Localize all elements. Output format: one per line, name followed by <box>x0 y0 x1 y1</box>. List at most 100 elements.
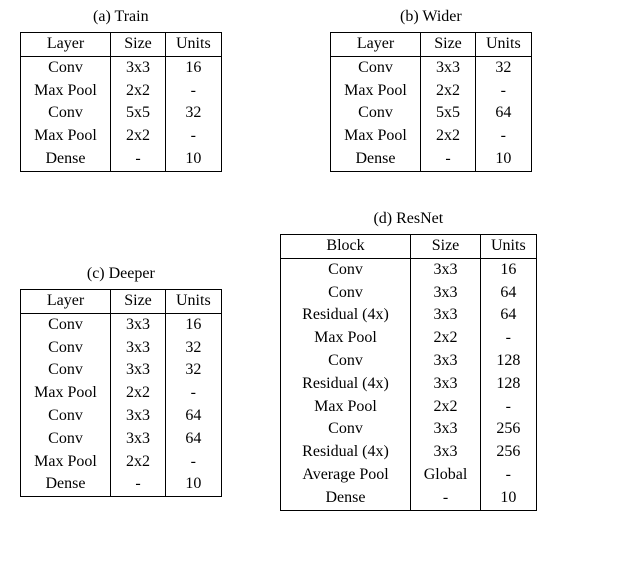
table-row: Dense-10 <box>21 148 222 171</box>
table-cell: 256 <box>481 418 537 441</box>
table-header-row: Layer Size Units <box>331 33 532 57</box>
table-cell: 2x2 <box>111 80 166 103</box>
table-body: Conv3x316Max Pool2x2-Conv5x532Max Pool2x… <box>21 56 222 171</box>
table-row: Conv3x3128 <box>281 350 537 373</box>
table-cell: Conv <box>281 258 411 281</box>
table-row: Dense-10 <box>21 473 222 496</box>
table-cell: 16 <box>481 258 537 281</box>
header-cell: Layer <box>21 290 111 314</box>
caption-train: (a) Train <box>93 8 149 26</box>
table-cell: 128 <box>481 350 537 373</box>
table-cell: - <box>481 396 537 419</box>
table-cell: Average Pool <box>281 464 411 487</box>
table-cell: Dense <box>281 487 411 510</box>
table-cell: Global <box>411 464 481 487</box>
table-cell: - <box>111 473 166 496</box>
table-cell: 32 <box>166 359 222 382</box>
caption-deeper: (c) Deeper <box>87 265 155 283</box>
table-row: Average PoolGlobal- <box>281 464 537 487</box>
table-cell: 3x3 <box>411 441 481 464</box>
table-cell: - <box>166 125 222 148</box>
table-cell: - <box>111 148 166 171</box>
table-row: Max Pool2x2- <box>21 382 222 405</box>
table-cell: Conv <box>331 56 421 79</box>
table-cell: 3x3 <box>411 304 481 327</box>
table-row: Max Pool2x2- <box>331 125 532 148</box>
table-cell: Max Pool <box>21 80 111 103</box>
header-cell: Units <box>481 235 537 259</box>
table-cell: 2x2 <box>411 327 481 350</box>
table-cell: 3x3 <box>421 56 476 79</box>
table-cell: 10 <box>166 473 222 496</box>
table-cell: Conv <box>21 313 111 336</box>
header-cell: Layer <box>21 33 111 57</box>
table-block-deeper: (c) Deeper Layer Size Units Conv3x316Con… <box>20 265 222 497</box>
table-cell: 3x3 <box>411 373 481 396</box>
table-cell: 16 <box>166 313 222 336</box>
table-cell: Conv <box>21 56 111 79</box>
table-cell: Residual (4x) <box>281 304 411 327</box>
table-cell: - <box>166 80 222 103</box>
table-cell: - <box>411 487 481 510</box>
table-row: Residual (4x)3x3128 <box>281 373 537 396</box>
table-cell: 64 <box>166 405 222 428</box>
table-cell: Max Pool <box>21 451 111 474</box>
table-cell: - <box>481 327 537 350</box>
table-cell: 64 <box>481 282 537 305</box>
table-cell: 16 <box>166 56 222 79</box>
table-row: Conv5x532 <box>21 102 222 125</box>
table-body: Conv3x316Conv3x332Conv3x332Max Pool2x2-C… <box>21 313 222 496</box>
table-row: Conv3x332 <box>21 359 222 382</box>
table-train: Layer Size Units Conv3x316Max Pool2x2-Co… <box>20 32 222 172</box>
table-cell: Max Pool <box>21 125 111 148</box>
header-cell: Size <box>111 290 166 314</box>
table-body: Conv3x332Max Pool2x2-Conv5x564Max Pool2x… <box>331 56 532 171</box>
table-cell: 5x5 <box>111 102 166 125</box>
table-cell: 10 <box>476 148 532 171</box>
table-cell: - <box>166 382 222 405</box>
table-cell: Dense <box>21 473 111 496</box>
header-cell: Units <box>166 33 222 57</box>
table-cell: - <box>421 148 476 171</box>
table-cell: Dense <box>21 148 111 171</box>
header-cell: Layer <box>331 33 421 57</box>
table-cell: 3x3 <box>411 418 481 441</box>
table-cell: - <box>476 80 532 103</box>
table-cell: Conv <box>21 405 111 428</box>
table-row: Conv3x364 <box>21 428 222 451</box>
table-block-resnet: (d) ResNet Block Size Units Conv3x316Con… <box>280 210 537 511</box>
table-row: Dense-10 <box>281 487 537 510</box>
table-cell: 32 <box>166 102 222 125</box>
table-cell: 2x2 <box>421 80 476 103</box>
table-cell: 64 <box>476 102 532 125</box>
table-cell: Conv <box>21 359 111 382</box>
table-header-row: Layer Size Units <box>21 290 222 314</box>
table-cell: 64 <box>481 304 537 327</box>
table-wider: Layer Size Units Conv3x332Max Pool2x2-Co… <box>330 32 532 172</box>
table-cell: 32 <box>166 337 222 360</box>
table-row: Conv3x316 <box>21 56 222 79</box>
table-cell: Max Pool <box>21 382 111 405</box>
table-row: Conv3x332 <box>331 56 532 79</box>
header-cell: Units <box>166 290 222 314</box>
table-cell: 2x2 <box>421 125 476 148</box>
table-body: Conv3x316Conv3x364Residual (4x)3x364Max … <box>281 258 537 510</box>
table-row: Conv3x364 <box>21 405 222 428</box>
table-cell: 3x3 <box>111 405 166 428</box>
table-row: Max Pool2x2- <box>331 80 532 103</box>
table-cell: Conv <box>21 428 111 451</box>
table-cell: Residual (4x) <box>281 373 411 396</box>
caption-resnet: (d) ResNet <box>373 210 443 228</box>
table-cell: 2x2 <box>111 451 166 474</box>
table-row: Max Pool2x2- <box>281 327 537 350</box>
table-cell: 256 <box>481 441 537 464</box>
table-row: Conv3x364 <box>281 282 537 305</box>
table-cell: - <box>476 125 532 148</box>
table-row: Max Pool2x2- <box>21 125 222 148</box>
table-cell: Max Pool <box>281 396 411 419</box>
table-cell: 5x5 <box>421 102 476 125</box>
header-cell: Units <box>476 33 532 57</box>
header-cell: Size <box>411 235 481 259</box>
table-cell: - <box>481 464 537 487</box>
table-cell: 2x2 <box>411 396 481 419</box>
